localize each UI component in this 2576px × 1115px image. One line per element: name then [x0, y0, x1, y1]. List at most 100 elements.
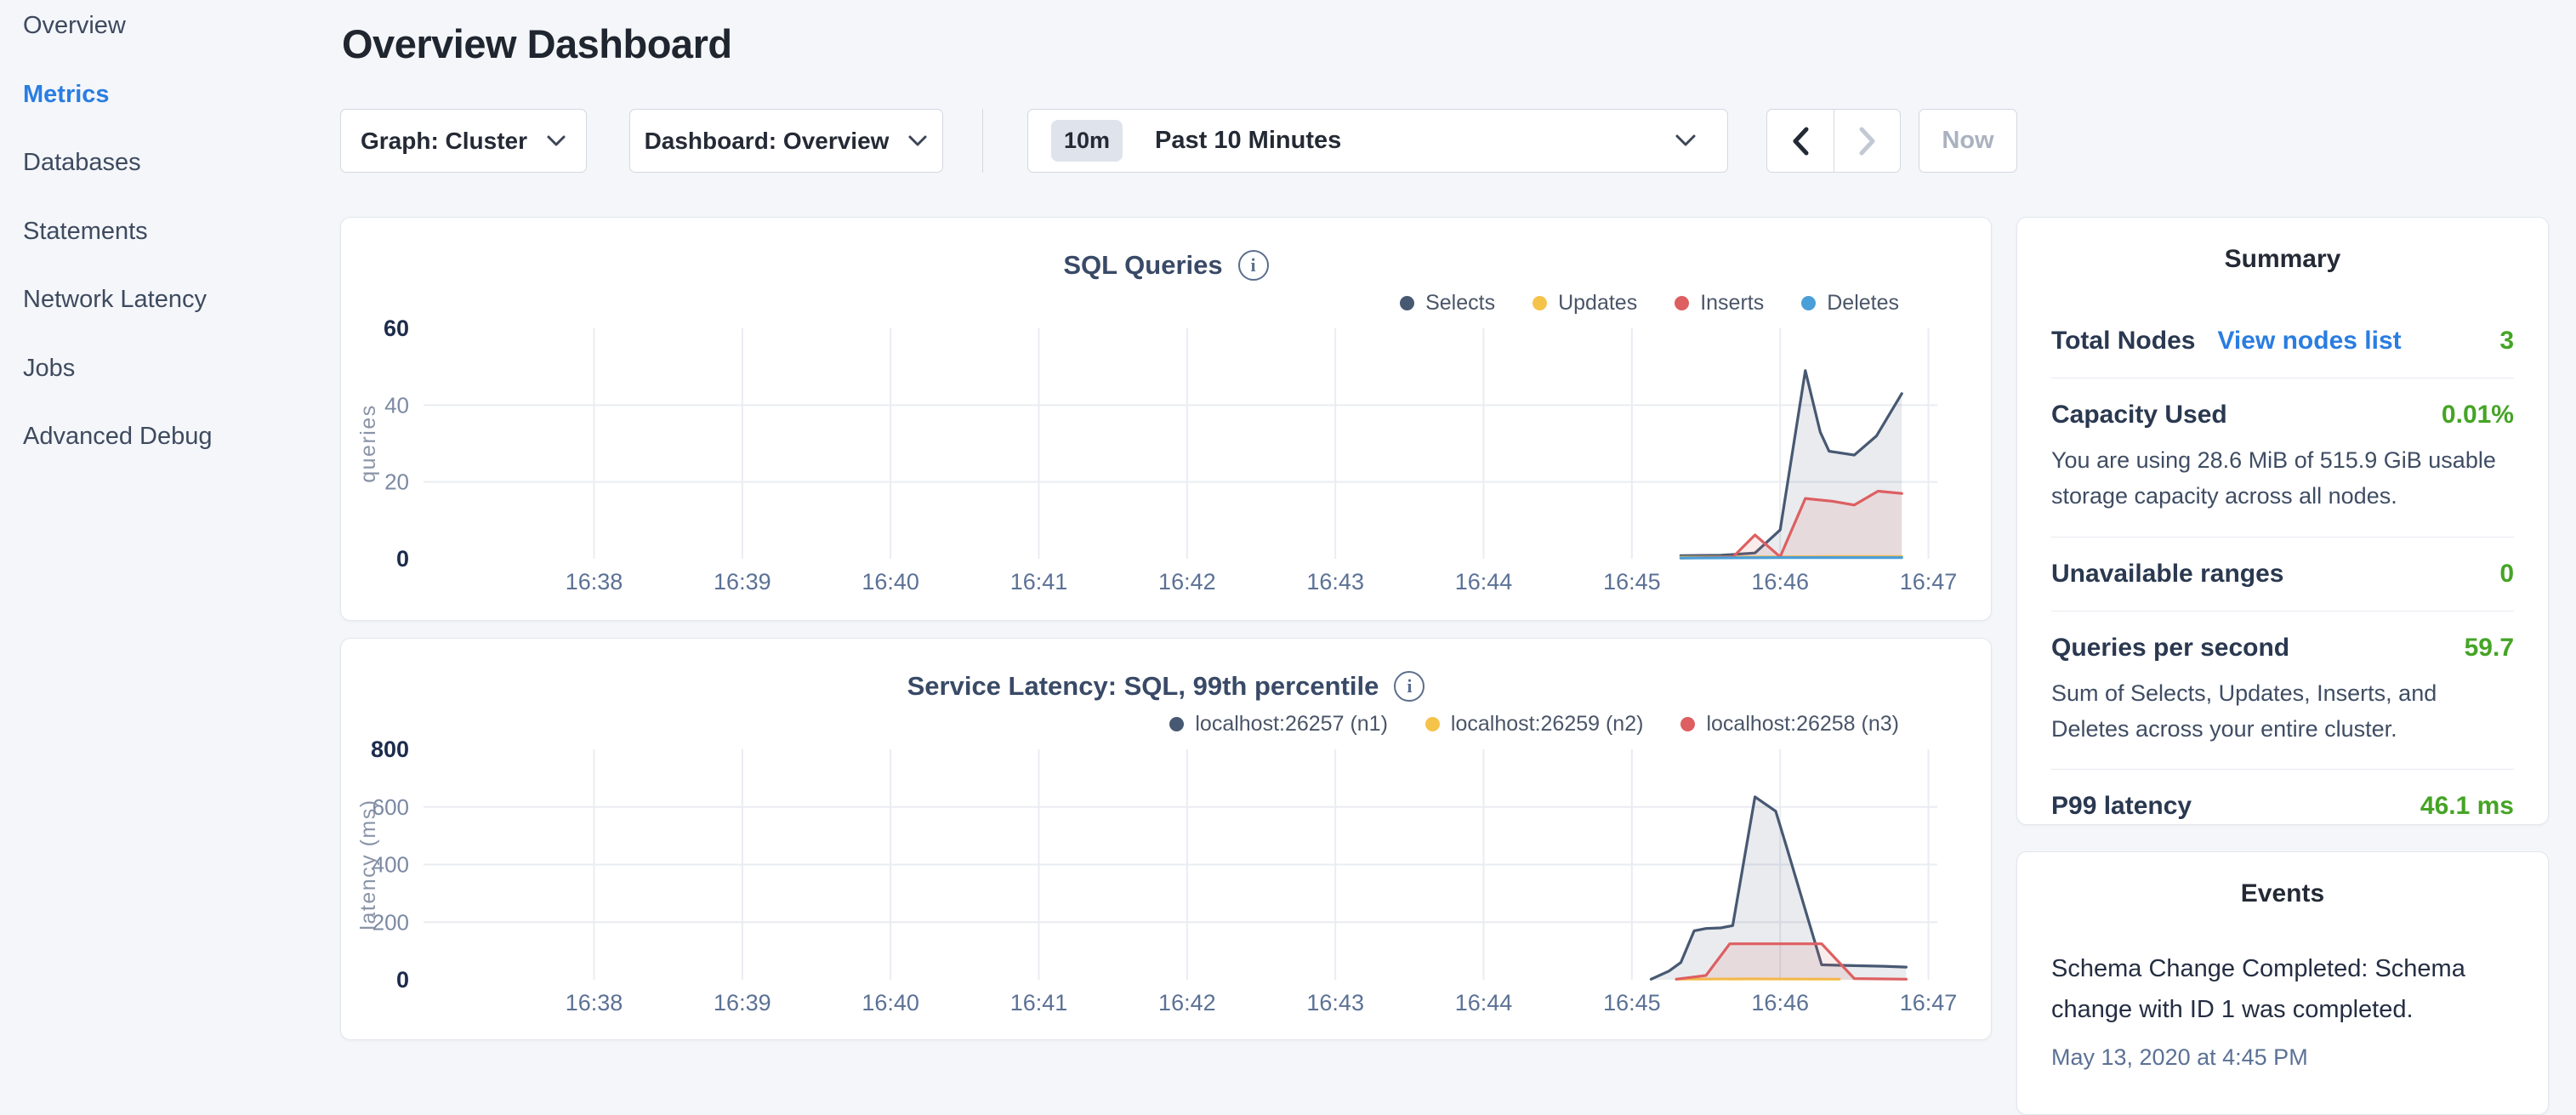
- service-latency-chart-panel: Service Latency: SQL, 99th percentile i …: [340, 638, 1992, 1040]
- svg-text:16:40: 16:40: [862, 990, 919, 1015]
- chevron-down-icon: [907, 134, 928, 148]
- svg-text:16:42: 16:42: [1158, 990, 1216, 1015]
- summary-row-capacity-used: Capacity Used 0.01% You are using 28.6 M…: [2051, 378, 2514, 538]
- legend-dot-icon: [1680, 717, 1695, 731]
- svg-text:16:47: 16:47: [1900, 569, 1958, 594]
- queries-per-second-description: Sum of Selects, Updates, Inserts, and De…: [2051, 676, 2514, 748]
- summary-row-p99-latency: P99 latency 46.1 ms: [2051, 770, 2514, 843]
- svg-text:16:45: 16:45: [1603, 569, 1661, 594]
- summary-title: Summary: [2017, 245, 2548, 274]
- summary-row-total-nodes: Total Nodes View nodes list 3: [2051, 304, 2514, 378]
- time-pager: [1766, 109, 1901, 173]
- sidebar-item-statements[interactable]: Statements: [0, 218, 340, 287]
- legend-dot-icon: [1169, 717, 1184, 731]
- prev-time-button[interactable]: [1767, 110, 1834, 172]
- svg-text:16:44: 16:44: [1455, 990, 1513, 1015]
- legend-item: Updates: [1533, 291, 1637, 316]
- graph-dropdown[interactable]: Graph: Cluster: [340, 109, 587, 173]
- svg-text:16:40: 16:40: [862, 569, 919, 594]
- capacity-used-label: Capacity Used: [2051, 401, 2227, 430]
- svg-text:16:44: 16:44: [1455, 569, 1513, 594]
- sidebar-item-overview[interactable]: Overview: [0, 12, 340, 81]
- chart-legend: localhost:26257 (n1) localhost:26259 (n2)…: [1169, 712, 1899, 737]
- legend-dot-icon: [1533, 296, 1547, 310]
- capacity-used-value: 0.01%: [2442, 401, 2514, 430]
- chart-legend: Selects Updates Inserts Deletes: [1400, 291, 1899, 316]
- summary-rows: Total Nodes View nodes list 3 Capacity U…: [2051, 304, 2514, 843]
- sidebar-item-network-latency[interactable]: Network Latency: [0, 286, 340, 355]
- chart-canvas: 16:3816:3916:4016:4116:4216:4316:4416:45…: [341, 316, 1993, 609]
- chart-title-text: Service Latency: SQL, 99th percentile: [907, 671, 1379, 702]
- sidebar-item-advanced-debug[interactable]: Advanced Debug: [0, 423, 340, 492]
- chart-title: SQL Queries i: [341, 250, 1991, 281]
- event-timestamp: May 13, 2020 at 4:45 PM: [2051, 1044, 2514, 1071]
- svg-text:16:41: 16:41: [1010, 569, 1068, 594]
- svg-text:0: 0: [396, 967, 409, 993]
- event-message[interactable]: Schema Change Completed: Schema change w…: [2051, 949, 2514, 1031]
- legend-label: Selects: [1425, 291, 1495, 316]
- unavailable-ranges-value: 0: [2499, 560, 2514, 589]
- p99-latency-value: 46.1 ms: [2420, 792, 2514, 821]
- divider: [982, 109, 983, 173]
- svg-text:16:38: 16:38: [566, 990, 623, 1015]
- legend-label: Updates: [1558, 291, 1637, 316]
- sidebar-item-databases[interactable]: Databases: [0, 149, 340, 218]
- toolbar: Graph: Cluster Dashboard: Overview 10m P…: [340, 109, 2017, 173]
- events-title: Events: [2017, 879, 2548, 908]
- page-title: Overview Dashboard: [342, 20, 732, 67]
- svg-text:0: 0: [396, 546, 409, 572]
- dashboard-dropdown-label: Dashboard: Overview: [645, 128, 890, 155]
- summary-row-queries-per-second: Queries per second 59.7 Sum of Selects, …: [2051, 612, 2514, 771]
- svg-text:800: 800: [371, 737, 409, 762]
- legend-item: Inserts: [1675, 291, 1764, 316]
- svg-text:16:46: 16:46: [1751, 569, 1809, 594]
- svg-text:16:45: 16:45: [1603, 990, 1661, 1015]
- chevron-left-icon: [1791, 127, 1810, 156]
- total-nodes-value: 3: [2499, 327, 2514, 356]
- summary-row-unavailable-ranges: Unavailable ranges 0: [2051, 538, 2514, 612]
- time-range-badge: 10m: [1051, 120, 1123, 162]
- events-panel: Events Schema Change Completed: Schema c…: [2016, 851, 2549, 1115]
- legend-item: localhost:26258 (n3): [1680, 712, 1899, 737]
- sidebar-item-metrics[interactable]: Metrics: [0, 81, 340, 150]
- info-icon[interactable]: i: [1394, 671, 1424, 702]
- summary-panel: Summary Total Nodes View nodes list 3 Ca…: [2016, 217, 2549, 825]
- capacity-used-description: You are using 28.6 MiB of 515.9 GiB usab…: [2051, 443, 2514, 515]
- chevron-down-icon: [1675, 134, 1697, 148]
- svg-text:60: 60: [384, 316, 409, 341]
- view-nodes-list-link[interactable]: View nodes list: [2217, 327, 2401, 356]
- legend-item: Selects: [1400, 291, 1495, 316]
- svg-text:16:43: 16:43: [1306, 569, 1364, 594]
- sidebar: Overview Metrics Databases Statements Ne…: [0, 12, 340, 492]
- legend-item: localhost:26259 (n2): [1425, 712, 1644, 737]
- legend-label: localhost:26258 (n3): [1706, 712, 1899, 737]
- time-range-dropdown[interactable]: 10m Past 10 Minutes: [1027, 109, 1728, 173]
- graph-dropdown-label: Graph: Cluster: [361, 128, 527, 155]
- svg-text:16:47: 16:47: [1900, 990, 1958, 1015]
- queries-per-second-label: Queries per second: [2051, 634, 2289, 663]
- total-nodes-label: Total Nodes: [2051, 327, 2195, 356]
- legend-dot-icon: [1801, 296, 1816, 310]
- legend-item: localhost:26257 (n1): [1169, 712, 1388, 737]
- chart-title: Service Latency: SQL, 99th percentile i: [341, 671, 1991, 702]
- svg-text:16:39: 16:39: [714, 569, 771, 594]
- chart-title-text: SQL Queries: [1063, 250, 1222, 281]
- legend-dot-icon: [1425, 717, 1440, 731]
- chart-canvas: 16:3816:3916:4016:4116:4216:4316:4416:45…: [341, 737, 1993, 1030]
- sidebar-item-jobs[interactable]: Jobs: [0, 355, 340, 424]
- svg-text:16:42: 16:42: [1158, 569, 1216, 594]
- now-button[interactable]: Now: [1919, 109, 2017, 173]
- legend-item: Deletes: [1801, 291, 1899, 316]
- chevron-right-icon: [1858, 127, 1877, 156]
- next-time-button[interactable]: [1834, 110, 1900, 172]
- legend-label: Deletes: [1827, 291, 1899, 316]
- legend-label: Inserts: [1700, 291, 1764, 316]
- svg-text:16:39: 16:39: [714, 990, 771, 1015]
- svg-text:40: 40: [384, 392, 409, 418]
- p99-latency-label: P99 latency: [2051, 792, 2192, 821]
- info-icon[interactable]: i: [1238, 250, 1269, 281]
- dashboard-dropdown[interactable]: Dashboard: Overview: [629, 109, 943, 173]
- svg-text:16:46: 16:46: [1751, 990, 1809, 1015]
- unavailable-ranges-label: Unavailable ranges: [2051, 560, 2283, 589]
- svg-text:queries: queries: [356, 404, 380, 483]
